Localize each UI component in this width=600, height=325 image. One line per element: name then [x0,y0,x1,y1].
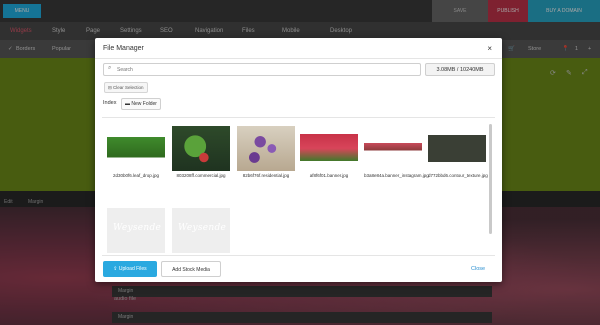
file-item[interactable]: 2d30b0f6.leaf_drop.jpg [107,126,165,183]
search-input[interactable] [117,64,413,75]
upload-files-button[interactable]: ⇪ Upload Files [103,261,157,277]
clear-selection-button[interactable]: ⊟ Clear Selection [104,82,148,93]
breadcrumb[interactable]: Index [103,100,116,106]
file-thumbnail [107,126,165,171]
file-thumbnail [300,126,358,171]
add-stock-media-button[interactable]: Add Stock Media [161,261,221,277]
file-item[interactable]: 803208ff.commercial.jpg [172,126,230,183]
file-thumbnail [428,126,486,171]
file-name: af8f6f01.banner.jpg [309,173,349,178]
search-field[interactable]: ⌕ [103,63,421,76]
file-item[interactable]: Weysende [107,208,165,265]
watermark-text: Weysende [113,223,162,233]
clear-selection-label: Clear Selection [113,85,144,90]
upload-files-label: Upload Files [118,266,147,272]
file-item[interactable]: 82b6f76f.residential.jpg [237,126,295,183]
close-link[interactable]: Close [471,266,485,272]
file-name: 2d30b0f6.leaf_drop.jpg [112,173,160,178]
new-folder-button[interactable]: ▬ New Folder [121,98,161,110]
file-item[interactable]: b3a8e84a.banner_instagram.jpg [364,126,429,183]
file-thumbnail [364,126,422,171]
file-thumbnail: Weysende [172,208,230,253]
scrollbar[interactable] [489,124,492,234]
close-icon[interactable]: × [487,44,492,53]
file-thumbnail [172,126,230,171]
storage-usage: 3.08MB / 10240MB [425,63,495,76]
file-item[interactable]: d772bbd6.contour_texture.jpg [428,126,488,183]
file-name: 82b6f76f.residential.jpg [242,173,290,178]
divider [95,58,502,59]
new-folder-label: New Folder [131,101,157,107]
dialog-title: File Manager [103,45,144,52]
search-icon: ⌕ [108,65,112,71]
file-name: 803208ff.commercial.jpg [176,173,226,178]
file-name: b3a8e84a.banner_instagram.jpg [364,173,429,178]
file-name: d772bbd6.contour_texture.jpg [428,173,488,178]
file-item[interactable]: af8f6f01.banner.jpg [300,126,358,183]
watermark-text: Weysende [178,223,227,233]
file-manager-dialog: File Manager × ⌕ 3.08MB / 10240MB ⊟ Clea… [95,38,502,282]
file-thumbnail [237,126,295,171]
file-item[interactable]: Weysende [172,208,230,265]
file-thumbnail: Weysende [107,208,165,253]
